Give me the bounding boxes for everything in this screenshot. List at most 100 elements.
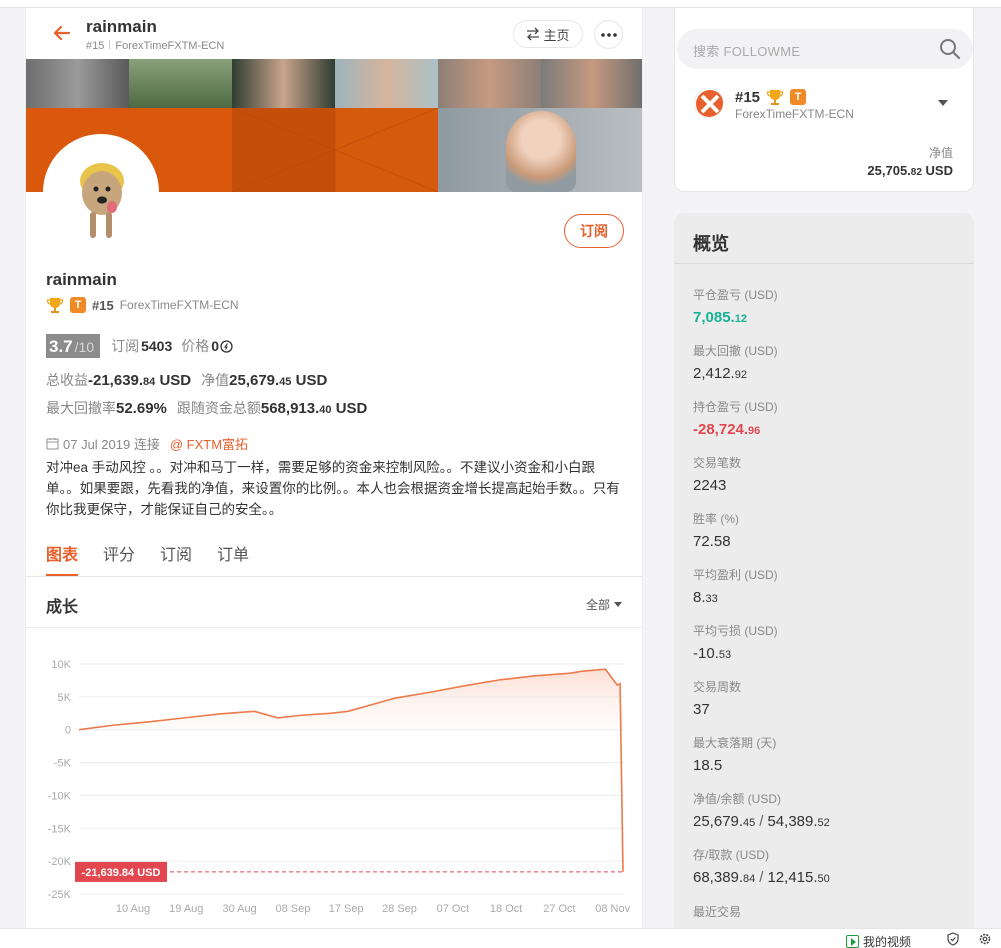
home-button-label: 主页: [543, 27, 570, 43]
overview-stat-value: -10.53: [693, 645, 732, 662]
score-value: 3.7: [49, 337, 73, 356]
max-decline-stat: 最大衰落期 (天) 18.5: [693, 734, 776, 774]
x-tick-label: 27 Oct: [543, 903, 575, 915]
trader-broker: ForexTimeFXTM-ECN: [119, 298, 239, 312]
open-pnl-stat: 持仓盈亏 (USD) -28,724.96: [693, 398, 778, 438]
max-drawdown-stat: 最大回撤 (USD) 2,412.92: [693, 342, 778, 382]
overview-divider: [674, 263, 974, 264]
profile-tabs: 图表 评分 订阅 订单: [46, 541, 249, 577]
overview-stat-label: 最大回撤 (USD): [693, 344, 778, 358]
x-tick-label: 18 Oct: [490, 903, 522, 915]
header-rank: #15: [86, 40, 105, 52]
trophy-icon: [46, 298, 64, 313]
account-dropdown-caret-icon[interactable]: [938, 100, 948, 106]
header-title: rainmain: [86, 17, 157, 36]
overview-stat-label: 最大衰落期 (天): [693, 736, 777, 750]
search-icon[interactable]: [939, 38, 961, 60]
browser-top-strip: [0, 0, 1001, 8]
equity-balance-stat: 净值/余额 (USD) 25,679.45/54,389.52: [693, 792, 830, 830]
search-input[interactable]: 搜索 FOLLOWME: [693, 41, 800, 60]
overview-stat-label: 交易周数: [693, 680, 742, 694]
growth-title: 成长: [46, 599, 79, 616]
overview-title: 概览: [693, 234, 729, 254]
price-label: 价格: [181, 338, 210, 354]
shield-icon[interactable]: [946, 932, 960, 946]
t-badge: T: [70, 297, 86, 313]
x-tick-label: 07 Oct: [437, 903, 469, 915]
broker-logo: [694, 88, 724, 118]
back-arrow-icon[interactable]: [52, 23, 72, 43]
range-selector[interactable]: 全部: [586, 596, 623, 613]
overview-stat-value: 8.33: [693, 589, 718, 606]
score-badge: 3.7 /10: [46, 334, 101, 358]
tab-subscribe[interactable]: 订阅: [160, 541, 192, 577]
trade-count-stat: 交易笔数 2243: [693, 454, 741, 494]
swap-icon: [527, 27, 540, 41]
range-label: 全部: [586, 598, 611, 612]
x-tick-label: 17 Sep: [329, 903, 364, 915]
my-videos-button[interactable]: 我的视频: [846, 933, 911, 948]
broker-link[interactable]: @ FXTM富拓: [170, 434, 248, 453]
overview-stat-label: 胜率 (%): [693, 512, 739, 526]
x-tick-label: 30 Aug: [222, 903, 256, 915]
trader-name: rainmain: [46, 270, 117, 289]
account-card: 搜索 FOLLOWME #15 T ForexTimeFXTM-ECN 净值 2…: [674, 8, 974, 192]
caret-down-icon: [614, 601, 623, 607]
tabs-divider: [26, 576, 642, 577]
y-tick-label: -5K: [54, 758, 72, 770]
max-drawdown-value: 52.69%: [116, 400, 167, 417]
trophy-icon: [766, 90, 784, 105]
equity-label: 净值: [201, 372, 230, 388]
follow-funds-value: 568,913.40 USD: [260, 400, 368, 417]
tab-orders[interactable]: 订单: [217, 541, 249, 577]
gear-icon[interactable]: [978, 932, 992, 946]
overview-panel: 概览 平仓盈亏 (USD) 7,085.12 最大回撤 (USD) 2,412.92 持…: [674, 213, 974, 928]
drawdown-funds-row: 最大回撤率 52.69% 跟随资金总额 568,913.40 USD: [46, 398, 367, 418]
home-button[interactable]: 主页: [513, 20, 583, 48]
more-options-button[interactable]: [594, 20, 623, 49]
header-subtitle: #15 ForexTimeFXTM-ECN: [86, 40, 224, 52]
score-scale: /10: [74, 339, 95, 355]
strategy-description: 对冲ea 手动风控 。。对冲和马丁一样，需要足够的资金来控制风险。。不建议小资金…: [46, 460, 620, 517]
overview-stat-value: 7,085.12: [693, 309, 747, 326]
x-tick-label: 10 Aug: [116, 903, 150, 915]
calendar-icon: [46, 438, 59, 450]
trader-badges: T #15 ForexTimeFXTM-ECN: [46, 296, 239, 314]
coin-icon: [220, 339, 233, 353]
t-badge: T: [790, 89, 807, 105]
overview-stat-value: 72.58: [693, 533, 731, 550]
last-value-label: -21,639.84 USD: [82, 867, 161, 879]
y-tick-label: 5K: [58, 692, 72, 704]
subscribe-button[interactable]: 订阅: [564, 214, 624, 248]
avg-loss-stat: 平均亏损 (USD) -10.53: [693, 622, 778, 662]
overview-stat-value: 2243: [693, 477, 727, 494]
x-tick-label: 28 Sep: [382, 903, 417, 915]
y-tick-label: -15K: [48, 823, 72, 835]
total-profit-value: -21,639.84 USD: [88, 372, 192, 389]
subs-value: 5403: [141, 338, 173, 354]
overview-stat-value: 2,412.92: [693, 365, 747, 382]
overview-stat-value: 37: [693, 701, 710, 718]
overview-stat-value: -28,724.96: [693, 421, 761, 438]
account-broker: ForexTimeFXTM-ECN: [735, 107, 854, 121]
account-equity-value: 25,705.82 USD: [867, 163, 953, 178]
y-tick-label: 10K: [51, 659, 71, 671]
closed-pnl-stat: 平仓盈亏 (USD) 7,085.12: [693, 286, 778, 326]
y-tick-label: -10K: [48, 790, 72, 802]
account-rank: #15: [735, 88, 761, 106]
search-bar[interactable]: 搜索 FOLLOWME: [677, 29, 973, 69]
tab-rating[interactable]: 评分: [103, 541, 135, 577]
account-rank-row: #15 T: [735, 88, 807, 106]
profit-equity-row: 总收益 -21,639.84 USD 净值 25,679.45 USD: [46, 370, 327, 390]
growth-chart: 10K 5K 0 -5K -10K -15K -20K -25K 10 Aug 19 Aug 30 …: [48, 659, 631, 915]
avg-profit-stat: 平均盈利 (USD) 8.33: [693, 566, 778, 606]
tab-chart[interactable]: 图表: [46, 541, 79, 577]
overview-stat-label: 持仓盈亏 (USD): [693, 400, 778, 414]
win-rate-stat: 胜率 (%) 72.58: [693, 510, 739, 550]
overview-stat-label: 平均盈利 (USD): [693, 568, 778, 582]
total-profit-label: 总收益: [46, 372, 88, 388]
connection-row: 07 Jul 2019 连接 @ FXTM富拓: [46, 434, 248, 453]
recent-trades-label: 最近交易: [693, 905, 742, 919]
trader-avatar: [43, 134, 159, 250]
y-tick-label: -25K: [48, 889, 72, 901]
